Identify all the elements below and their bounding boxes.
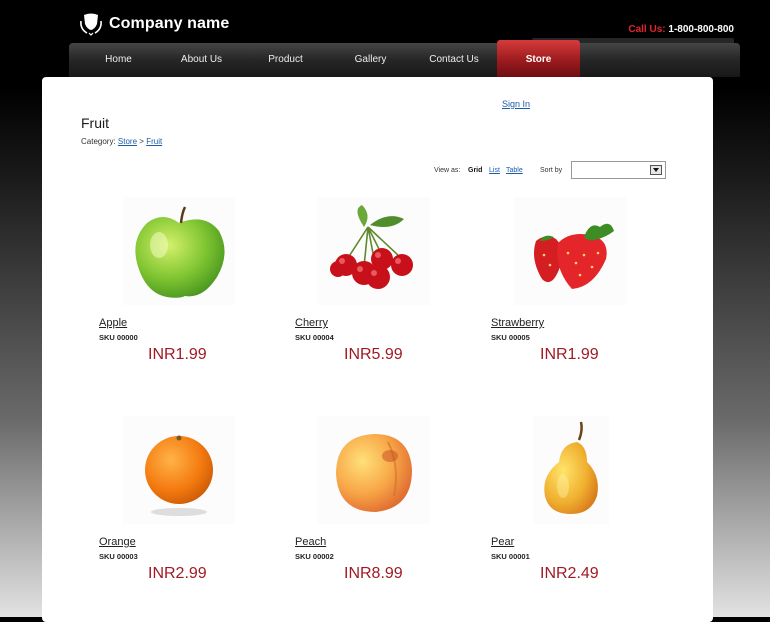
- product-sku: SKU 00002: [295, 552, 334, 561]
- product-sku: SKU 00004: [295, 333, 334, 342]
- nav-home[interactable]: Home: [87, 43, 150, 77]
- product-price: INR2.99: [148, 565, 207, 582]
- sort-by-select[interactable]: [571, 161, 666, 179]
- nav-store[interactable]: Store: [497, 40, 580, 77]
- product-price: INR1.99: [540, 346, 599, 363]
- product-price: INR2.49: [540, 565, 599, 582]
- product-price: INR8.99: [344, 565, 403, 582]
- product-sku: SKU 00003: [99, 552, 138, 561]
- call-us-label: Call Us:: [628, 24, 666, 35]
- peach-image: [336, 434, 412, 512]
- view-grid-option[interactable]: Grid: [468, 167, 482, 174]
- product-thumbnail[interactable]: [123, 416, 235, 524]
- product-card: Strawberry SKU 00005 INR1.99: [473, 197, 653, 387]
- pear-image: [544, 421, 598, 514]
- product-name[interactable]: Strawberry: [491, 317, 544, 329]
- company-name: Company name: [109, 15, 230, 32]
- product-thumbnail[interactable]: [514, 197, 626, 305]
- page-title: Fruit: [81, 115, 109, 131]
- product-price: INR1.99: [148, 346, 207, 363]
- product-price: INR5.99: [344, 346, 403, 363]
- apple-image: [135, 206, 225, 298]
- phone-number: 1-800-800-800: [668, 24, 734, 35]
- cherry-image: [330, 205, 413, 289]
- category-label: Category:: [81, 137, 116, 146]
- breadcrumb-store[interactable]: Store: [118, 137, 137, 146]
- nav-gallery[interactable]: Gallery: [339, 43, 402, 77]
- chevron-down-icon[interactable]: [650, 165, 662, 175]
- product-name[interactable]: Apple: [99, 317, 127, 329]
- breadcrumb: Category: Store > Fruit: [81, 137, 162, 146]
- nav-product[interactable]: Product: [254, 43, 317, 77]
- product-card: Pear SKU 00001 INR2.49: [473, 416, 653, 606]
- view-list-link[interactable]: List: [489, 167, 500, 174]
- product-card: Peach SKU 00002 INR8.99: [277, 416, 457, 606]
- product-name[interactable]: Pear: [491, 536, 514, 548]
- product-thumbnail[interactable]: [318, 416, 430, 524]
- sign-in-link[interactable]: Sign In: [502, 99, 530, 109]
- product-sku: SKU 00001: [491, 552, 530, 561]
- product-name[interactable]: Cherry: [295, 317, 328, 329]
- breadcrumb-fruit[interactable]: Fruit: [146, 137, 162, 146]
- product-card: Orange SKU 00003 INR2.99: [81, 416, 261, 606]
- product-thumbnail[interactable]: [318, 197, 430, 305]
- main-content: Sign In Fruit Category: Store > Fruit Vi…: [42, 77, 713, 622]
- product-thumbnail[interactable]: [123, 197, 235, 305]
- product-sku: SKU 00005: [491, 333, 530, 342]
- product-sku: SKU 00000: [99, 333, 138, 342]
- site-logo[interactable]: Company name: [78, 12, 229, 36]
- product-name[interactable]: Orange: [99, 536, 136, 548]
- product-name[interactable]: Peach: [295, 536, 326, 548]
- main-nav: Home About Us Product Gallery Contact Us…: [69, 40, 740, 77]
- nav-about-us[interactable]: About Us: [170, 43, 233, 77]
- product-thumbnail[interactable]: [533, 416, 609, 524]
- breadcrumb-separator: >: [139, 137, 144, 146]
- strawberry-image: [534, 223, 614, 289]
- view-as-label: View as:: [434, 167, 461, 174]
- product-card: Apple SKU 00000 INR1.99: [81, 197, 261, 387]
- nav-contact-us[interactable]: Contact Us: [421, 43, 487, 77]
- sort-by-label: Sort by: [540, 167, 563, 174]
- call-us: Call Us: 1-800-800-800: [628, 24, 734, 35]
- shield-logo-icon: [80, 13, 102, 36]
- product-card: Cherry SKU 00004 INR5.99: [277, 197, 457, 387]
- view-table-link[interactable]: Table: [506, 167, 523, 174]
- orange-image: [145, 435, 213, 516]
